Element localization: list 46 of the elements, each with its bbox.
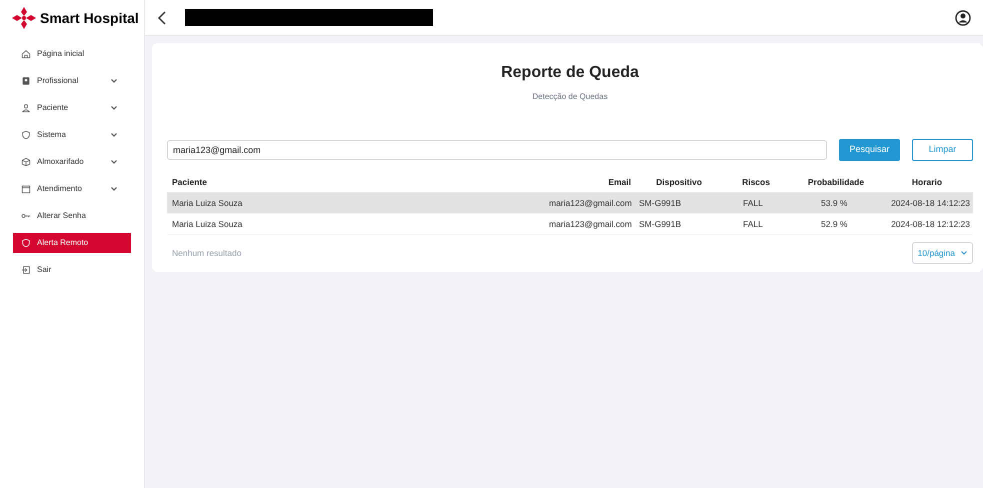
table-cell-text: 2024-08-18 14:12:23 xyxy=(890,196,971,210)
column-header: Riscos xyxy=(741,176,771,189)
table-cell-text: maria123@gmail.com xyxy=(549,218,633,230)
sidebar-item[interactable]: Almoxarifado xyxy=(13,152,131,172)
column-header: Horario xyxy=(910,176,944,189)
table-row[interactable]: Maria Luiza Souza maria123@gmail.com SM-G991B FALL 53.9 % 2024-08-18 14:12:23 xyxy=(167,193,973,214)
logout-icon xyxy=(21,265,31,275)
page-title: Reporte de Queda xyxy=(501,63,639,83)
box-icon xyxy=(21,157,31,167)
shield-icon xyxy=(21,130,31,140)
table-cell-text: Maria Luiza Souza xyxy=(171,218,244,230)
id-badge-icon xyxy=(21,76,31,86)
table-cell-text: FALL xyxy=(742,218,764,230)
user-avatar-icon[interactable] xyxy=(955,10,971,26)
table-cell-text: SM-G991B xyxy=(638,218,682,230)
chevron-down-icon xyxy=(961,251,967,255)
table-cell-text: 2024-08-18 12:12:23 xyxy=(890,218,971,230)
search-field[interactable]: maria123@gmail.com xyxy=(167,140,827,160)
column-header: Probabilidade xyxy=(806,176,866,189)
sidebar-item[interactable]: Paciente xyxy=(13,98,131,118)
sidebar-item[interactable]: Alerta Remoto xyxy=(13,233,131,253)
user-icon xyxy=(21,103,31,113)
sidebar-item[interactable]: Atendimento xyxy=(13,179,131,199)
home-icon xyxy=(21,49,31,59)
key-icon xyxy=(21,211,31,221)
sidebar-item[interactable]: Profissional xyxy=(13,71,131,91)
sidebar-item[interactable]: Alterar Senha xyxy=(13,206,131,226)
calendar-icon xyxy=(21,184,31,194)
brand-name: Smart Hospital xyxy=(40,8,139,28)
sidebar-item[interactable]: Sistema xyxy=(13,125,131,145)
table-cell-text: Maria Luiza Souza xyxy=(171,196,244,210)
table-cell-text: FALL xyxy=(742,196,764,210)
column-header: Paciente xyxy=(171,176,208,189)
sidebar-item[interactable]: Sair xyxy=(13,260,131,280)
table-cell-text: maria123@gmail.com xyxy=(549,196,633,210)
table-cell-text: SM-G991B xyxy=(638,196,682,210)
table-cell-text: 53.9 % xyxy=(820,196,848,210)
column-header: Email xyxy=(607,176,632,189)
empty-message: Nenhum resultado xyxy=(171,246,242,260)
shield-icon xyxy=(21,238,31,248)
table-cell-text: 52.9 % xyxy=(820,218,848,230)
back-icon[interactable] xyxy=(157,10,167,24)
logo-icon xyxy=(12,7,36,29)
page-subtitle: Detecção de Quedas xyxy=(532,91,608,103)
sidebar-item[interactable]: Página inicial xyxy=(13,44,131,64)
column-header: Dispositivo xyxy=(655,176,703,189)
